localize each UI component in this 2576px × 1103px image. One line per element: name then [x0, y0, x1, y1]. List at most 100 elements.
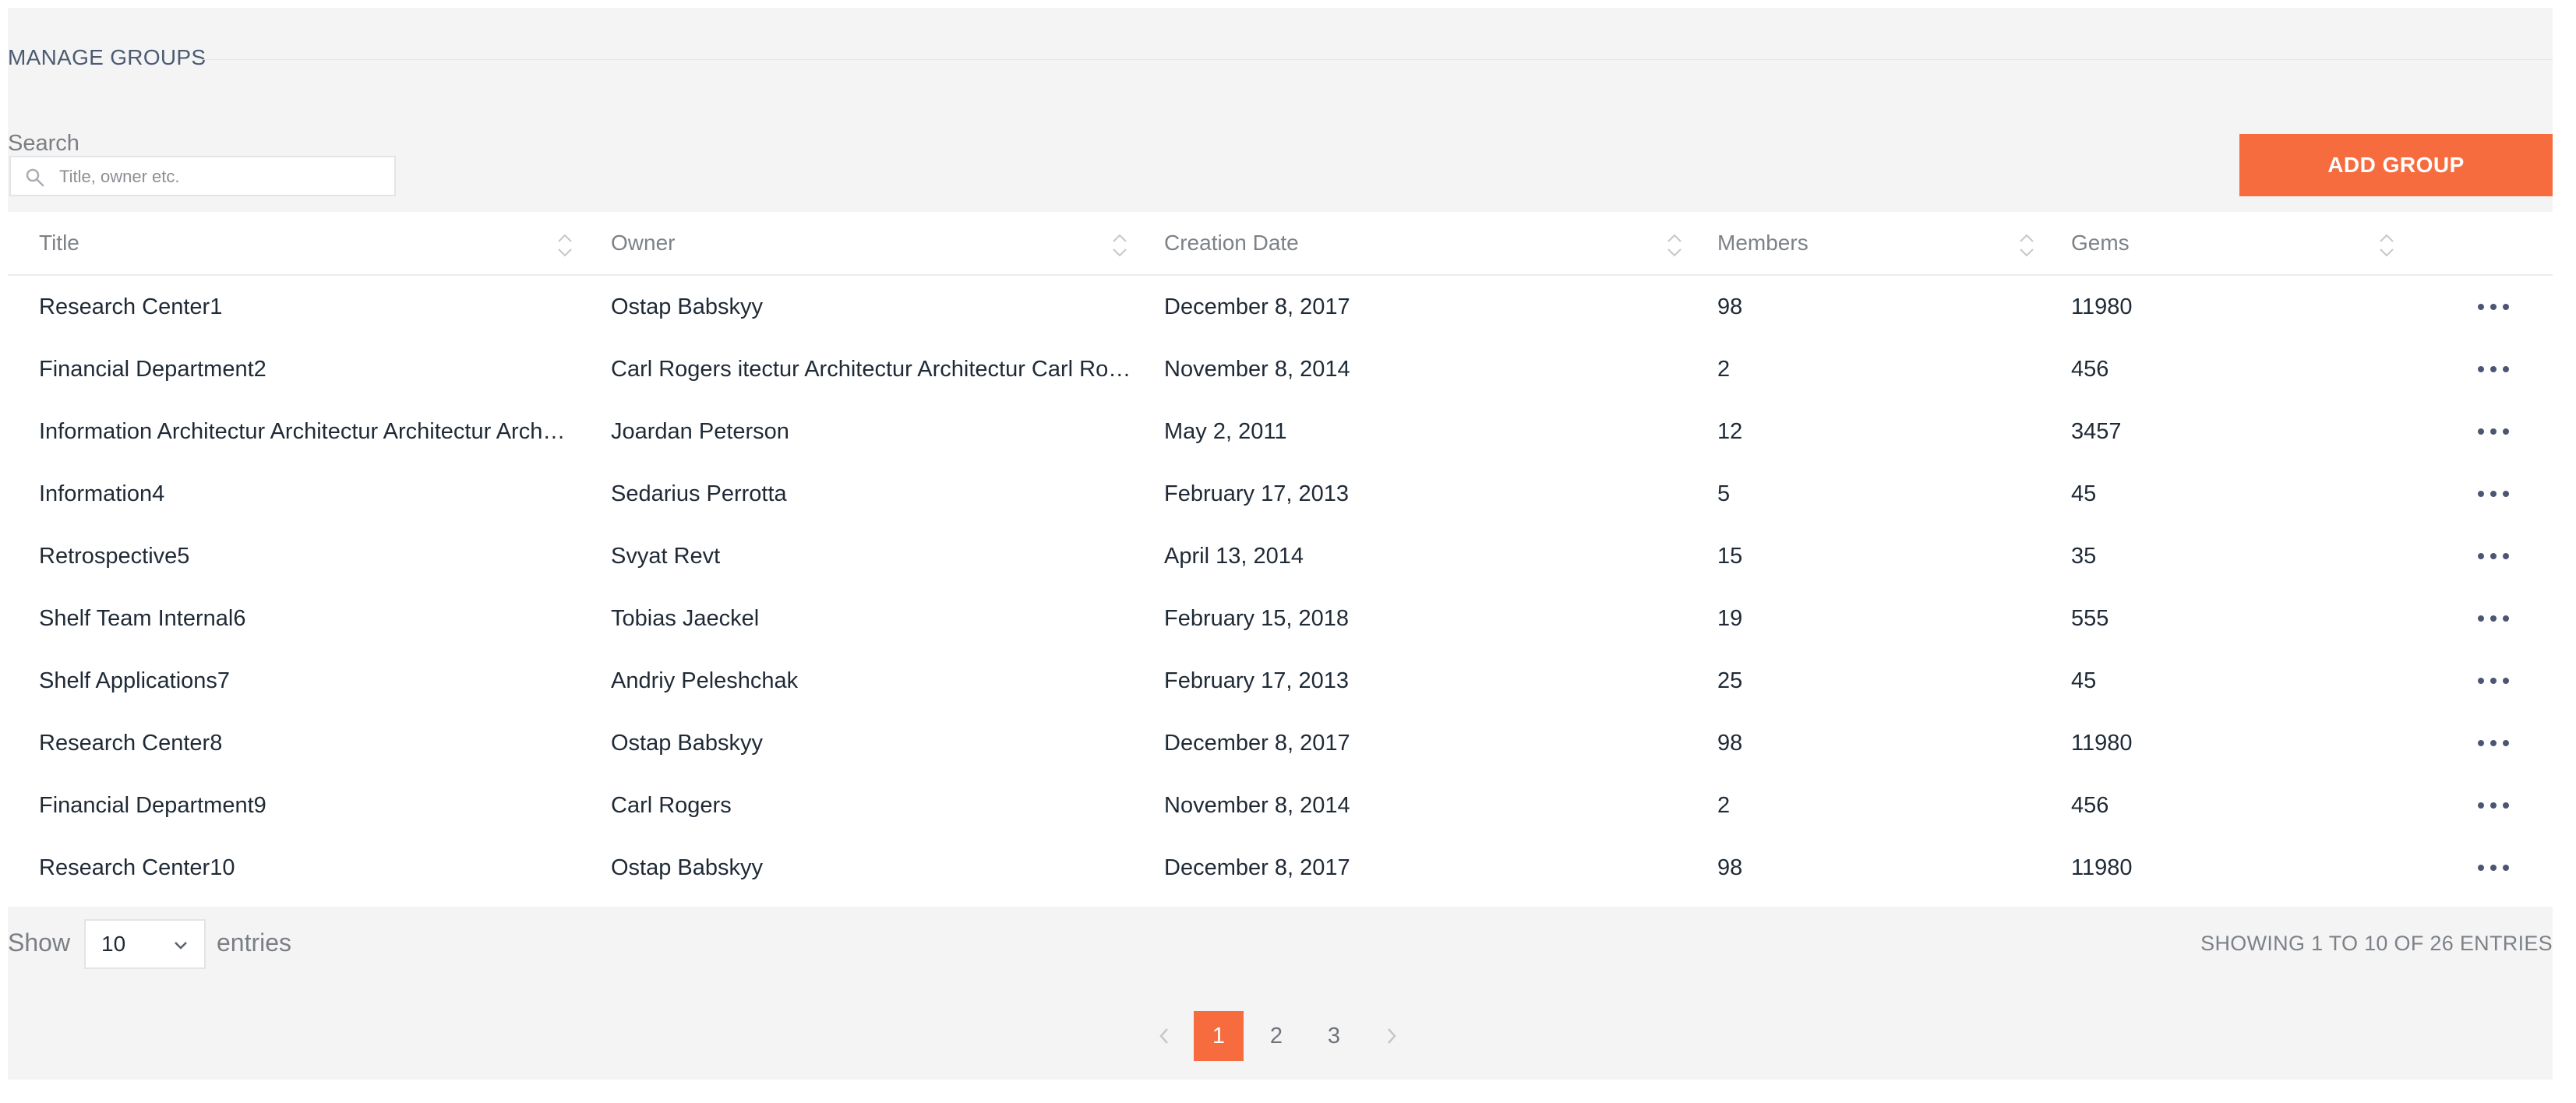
cell-text: Tobias Jaeckel	[611, 605, 760, 631]
cell-text: 19	[1717, 605, 1743, 631]
cell-text: 98	[1717, 294, 1743, 319]
dot	[2478, 678, 2484, 684]
cell-text: 555	[2071, 605, 2109, 631]
cell-text: 11980	[2071, 730, 2133, 756]
column-header-label: Title	[39, 231, 79, 255]
more-horizontal-icon[interactable]	[2478, 796, 2509, 815]
cell-text: Andriy Peleshchak	[611, 668, 799, 693]
dot	[2478, 802, 2484, 809]
more-horizontal-icon[interactable]	[2478, 422, 2509, 441]
column-header-gems[interactable]: Gems	[2071, 212, 2130, 274]
cell-members: 25	[1717, 650, 2045, 712]
cell-gems: 35	[2071, 525, 2430, 587]
table-row[interactable]: Financial Department9 Carl Rogers November…	[8, 774, 2553, 837]
table-row[interactable]: Shelf Applications7 Andriy Peleshchak Febr…	[8, 650, 2553, 712]
cell-text: Financial Department2	[39, 356, 266, 382]
more-horizontal-icon[interactable]	[2478, 671, 2509, 690]
table-row[interactable]: Shelf Team Internal6 Tobias Jaeckel Februa…	[8, 587, 2553, 650]
cell-text: 12	[1717, 418, 1743, 444]
dot	[2490, 304, 2497, 310]
pagination-page-3[interactable]: 3	[1309, 1011, 1359, 1061]
sort-icon[interactable]	[2377, 231, 2397, 260]
more-horizontal-icon[interactable]	[2478, 734, 2509, 752]
sort-icon[interactable]	[1664, 231, 1685, 260]
cell-title: Information4	[39, 463, 584, 525]
more-horizontal-icon[interactable]	[2478, 547, 2509, 566]
title-divider	[203, 59, 2553, 60]
column-header-members[interactable]: Members	[1717, 212, 1808, 274]
cell-text: 3457	[2071, 418, 2122, 444]
more-horizontal-icon[interactable]	[2478, 858, 2509, 877]
page-title: MANAGE GROUPS	[8, 45, 206, 69]
cell-owner: Ostap Babskyy	[611, 712, 1138, 774]
more-horizontal-icon[interactable]	[2478, 485, 2509, 503]
cell-gems: 11980	[2071, 712, 2430, 774]
sort-icon[interactable]	[555, 231, 575, 260]
cell-title: Research Center8	[39, 712, 584, 774]
pagination-next-button[interactable]	[1367, 1011, 1417, 1061]
pagination-page-1[interactable]: 1	[1194, 1011, 1244, 1061]
table-row[interactable]: Research Center1 Ostap Babskyy December 8,…	[8, 276, 2553, 338]
cell-gems: 11980	[2071, 837, 2430, 899]
cell-gems: 555	[2071, 587, 2430, 650]
cell-gems: 11980	[2071, 276, 2430, 338]
dot	[2503, 615, 2509, 622]
column-header-title[interactable]: Title	[39, 212, 79, 274]
cell-text: February 17, 2013	[1164, 481, 1349, 506]
more-horizontal-icon[interactable]	[2478, 298, 2509, 316]
dot	[2503, 740, 2509, 746]
dot	[2478, 865, 2484, 871]
table-header: Title Owner Creation Date Members Gems	[8, 212, 2553, 276]
page-size-value: 10	[101, 932, 126, 956]
table-row[interactable]: Information4 Sedarius Perrotta February 17…	[8, 463, 2553, 525]
cell-title: Shelf Team Internal6	[39, 587, 584, 650]
cell-text: 11980	[2071, 294, 2133, 319]
cell-title: Research Center1	[39, 276, 584, 338]
sort-icon[interactable]	[1110, 231, 1130, 260]
cell-text: Financial Department9	[39, 792, 266, 818]
more-horizontal-icon[interactable]	[2478, 360, 2509, 379]
page-size-select[interactable]: 10	[84, 919, 206, 969]
dot	[2503, 678, 2509, 684]
cell-text: April 13, 2014	[1164, 543, 1304, 569]
chevron-right-icon	[1388, 1028, 1396, 1044]
dot	[2503, 802, 2509, 809]
cell-text: February 15, 2018	[1164, 605, 1349, 631]
more-horizontal-icon[interactable]	[2478, 609, 2509, 628]
manage-groups-panel: MANAGE GROUPS Search ADD GROUP Title Own…	[8, 8, 2553, 1080]
cell-title: Financial Department9	[39, 774, 584, 837]
cell-text: Ostap Babskyy	[611, 294, 764, 319]
cell-members: 5	[1717, 463, 2045, 525]
table-row[interactable]: Research Center10 Ostap Babskyy December 8…	[8, 837, 2553, 899]
cell-creation-date: December 8, 2017	[1164, 276, 1663, 338]
column-header-creation-date[interactable]: Creation Date	[1164, 212, 1299, 274]
table-row[interactable]: Financial Department2 Carl Rogers itectur…	[8, 338, 2553, 400]
table-row[interactable]: Research Center8 Ostap Babskyy December 8,…	[8, 712, 2553, 774]
dot	[2490, 366, 2497, 372]
dot	[2503, 428, 2509, 435]
dot	[2490, 491, 2497, 497]
cell-title: Research Center10	[39, 837, 584, 899]
cell-text: 456	[2071, 356, 2109, 382]
sort-icon[interactable]	[2017, 231, 2037, 260]
cell-gems: 456	[2071, 774, 2430, 837]
table-row[interactable]: Retrospective5 Svyat Revt April 13, 2014 15…	[8, 525, 2553, 587]
table-row[interactable]: Information Architectur Architectur Arch…	[8, 400, 2553, 463]
column-header-label: Owner	[611, 231, 676, 255]
groups-table: Title Owner Creation Date Members Gems R…	[8, 212, 2553, 907]
cell-members: 15	[1717, 525, 2045, 587]
column-header-label: Members	[1717, 231, 1808, 255]
add-group-button[interactable]: ADD GROUP	[2239, 134, 2553, 196]
cell-members: 98	[1717, 712, 2045, 774]
cell-text: Retrospective5	[39, 543, 190, 569]
cell-text: 98	[1717, 730, 1743, 756]
column-header-owner[interactable]: Owner	[611, 212, 675, 274]
cell-text: Research Center1	[39, 294, 223, 319]
dot	[2478, 740, 2484, 746]
pagination-prev-button[interactable]	[1139, 1011, 1189, 1061]
cell-text: 2	[1717, 792, 1731, 818]
cell-members: 2	[1717, 774, 2045, 837]
pagination-page-2[interactable]: 2	[1251, 1011, 1301, 1061]
search-input[interactable]	[58, 162, 388, 192]
cell-text: Sedarius Perrotta	[611, 481, 787, 506]
